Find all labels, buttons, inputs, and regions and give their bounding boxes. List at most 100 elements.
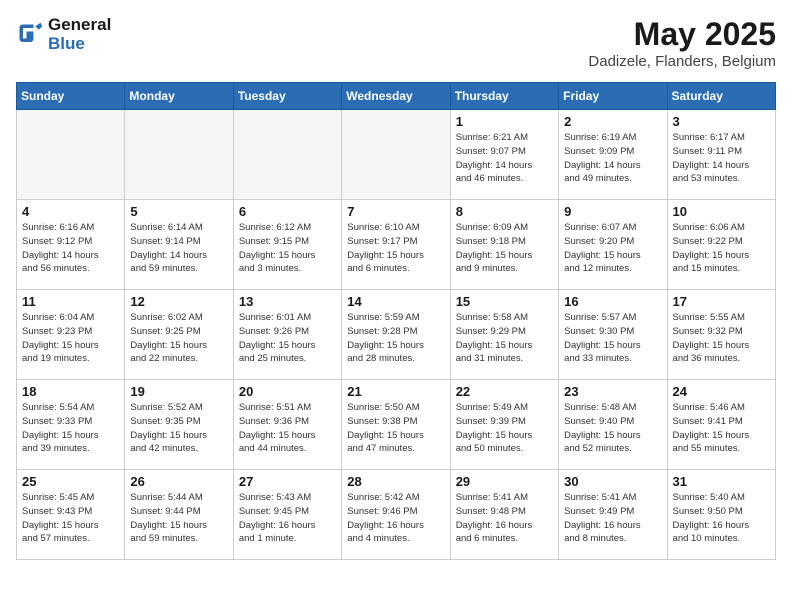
day-number: 3 (673, 114, 770, 129)
day-info: Sunrise: 5:42 AM Sunset: 9:46 PM Dayligh… (347, 491, 444, 546)
day-number: 13 (239, 294, 336, 309)
day-info: Sunrise: 6:02 AM Sunset: 9:25 PM Dayligh… (130, 311, 227, 366)
weekday-header-monday: Monday (125, 83, 233, 110)
week-row-4: 18Sunrise: 5:54 AM Sunset: 9:33 PM Dayli… (17, 380, 776, 470)
day-number: 22 (456, 384, 553, 399)
day-info: Sunrise: 6:04 AM Sunset: 9:23 PM Dayligh… (22, 311, 119, 366)
day-cell: 30 Sunrise: 5:41 AM Sunset: 9:49 PM Dayli… (559, 470, 667, 560)
day-number: 4 (22, 204, 119, 219)
day-number: 14 (347, 294, 444, 309)
day-info: Sunrise: 6:01 AM Sunset: 9:26 PM Dayligh… (239, 311, 336, 366)
day-info: Sunrise: 6:21 AM Sunset: 9:07 PM Dayligh… (456, 131, 553, 186)
day-number: 26 (130, 474, 227, 489)
day-number: 15 (456, 294, 553, 309)
day-cell: 21 Sunrise: 5:50 AM Sunset: 9:38 PM Dayli… (342, 380, 450, 470)
day-info: Sunrise: 5:49 AM Sunset: 9:39 PM Dayligh… (456, 401, 553, 456)
day-cell: 18Sunrise: 5:54 AM Sunset: 9:33 PM Dayli… (17, 380, 125, 470)
day-info: Sunrise: 5:44 AM Sunset: 9:44 PM Dayligh… (130, 491, 227, 546)
day-number: 27 (239, 474, 336, 489)
day-info: Sunrise: 5:45 AM Sunset: 9:43 PM Dayligh… (22, 491, 119, 546)
day-info: Sunrise: 6:10 AM Sunset: 9:17 PM Dayligh… (347, 221, 444, 276)
title-block: May 2025 Dadizele, Flanders, Belgium (588, 16, 776, 70)
day-cell: 29 Sunrise: 5:41 AM Sunset: 9:48 PM Dayli… (450, 470, 558, 560)
day-cell: 28 Sunrise: 5:42 AM Sunset: 9:46 PM Dayli… (342, 470, 450, 560)
logo-text: General Blue (48, 16, 111, 53)
day-cell: 25 Sunrise: 5:45 AM Sunset: 9:43 PM Dayli… (17, 470, 125, 560)
day-cell: 3 Sunrise: 6:17 AM Sunset: 9:11 PM Daylig… (667, 110, 775, 200)
logo: General Blue (16, 16, 111, 53)
day-cell: 8Sunrise: 6:09 AM Sunset: 9:18 PM Daylig… (450, 200, 558, 290)
day-info: Sunrise: 5:52 AM Sunset: 9:35 PM Dayligh… (130, 401, 227, 456)
day-number: 20 (239, 384, 336, 399)
day-info: Sunrise: 5:40 AM Sunset: 9:50 PM Dayligh… (673, 491, 770, 546)
day-cell: 23Sunrise: 5:48 AM Sunset: 9:40 PM Dayli… (559, 380, 667, 470)
day-cell: 4 Sunrise: 6:16 AM Sunset: 9:12 PM Daylig… (17, 200, 125, 290)
weekday-header-sunday: Sunday (17, 83, 125, 110)
day-number: 17 (673, 294, 770, 309)
day-info: Sunrise: 6:19 AM Sunset: 9:09 PM Dayligh… (564, 131, 661, 186)
day-number: 21 (347, 384, 444, 399)
calendar-title: May 2025 (588, 16, 776, 53)
day-cell: 9Sunrise: 6:07 AM Sunset: 9:20 PM Daylig… (559, 200, 667, 290)
day-number: 25 (22, 474, 119, 489)
weekday-header-thursday: Thursday (450, 83, 558, 110)
logo-icon (16, 21, 44, 49)
weekday-header-friday: Friday (559, 83, 667, 110)
day-number: 12 (130, 294, 227, 309)
day-cell: 5Sunrise: 6:14 AM Sunset: 9:14 PM Daylig… (125, 200, 233, 290)
day-info: Sunrise: 5:58 AM Sunset: 9:29 PM Dayligh… (456, 311, 553, 366)
day-info: Sunrise: 6:16 AM Sunset: 9:12 PM Dayligh… (22, 221, 119, 276)
calendar-subtitle: Dadizele, Flanders, Belgium (588, 53, 776, 70)
day-number: 6 (239, 204, 336, 219)
day-info: Sunrise: 5:55 AM Sunset: 9:32 PM Dayligh… (673, 311, 770, 366)
calendar-table: SundayMondayTuesdayWednesdayThursdayFrid… (16, 82, 776, 560)
day-number: 24 (673, 384, 770, 399)
day-number: 30 (564, 474, 661, 489)
day-info: Sunrise: 6:12 AM Sunset: 9:15 PM Dayligh… (239, 221, 336, 276)
day-cell: 27 Sunrise: 5:43 AM Sunset: 9:45 PM Dayli… (233, 470, 341, 560)
day-number: 1 (456, 114, 553, 129)
day-info: Sunrise: 5:41 AM Sunset: 9:48 PM Dayligh… (456, 491, 553, 546)
day-cell: 20 Sunrise: 5:51 AM Sunset: 9:36 PM Dayli… (233, 380, 341, 470)
day-cell: 16Sunrise: 5:57 AM Sunset: 9:30 PM Dayli… (559, 290, 667, 380)
day-number: 29 (456, 474, 553, 489)
day-cell: 12 Sunrise: 6:02 AM Sunset: 9:25 PM Dayli… (125, 290, 233, 380)
day-cell: 11 Sunrise: 6:04 AM Sunset: 9:23 PM Dayli… (17, 290, 125, 380)
day-number: 16 (564, 294, 661, 309)
day-number: 10 (673, 204, 770, 219)
day-info: Sunrise: 5:41 AM Sunset: 9:49 PM Dayligh… (564, 491, 661, 546)
weekday-header-tuesday: Tuesday (233, 83, 341, 110)
day-info: Sunrise: 5:59 AM Sunset: 9:28 PM Dayligh… (347, 311, 444, 366)
page-header: General Blue May 2025 Dadizele, Flanders… (16, 16, 776, 70)
weekday-header-row: SundayMondayTuesdayWednesdayThursdayFrid… (17, 83, 776, 110)
week-row-5: 25 Sunrise: 5:45 AM Sunset: 9:43 PM Dayli… (17, 470, 776, 560)
day-number: 31 (673, 474, 770, 489)
day-info: Sunrise: 6:17 AM Sunset: 9:11 PM Dayligh… (673, 131, 770, 186)
day-cell: 14 Sunrise: 5:59 AM Sunset: 9:28 PM Dayli… (342, 290, 450, 380)
day-number: 2 (564, 114, 661, 129)
day-cell (17, 110, 125, 200)
day-cell: 17 Sunrise: 5:55 AM Sunset: 9:32 PM Dayli… (667, 290, 775, 380)
weekday-header-wednesday: Wednesday (342, 83, 450, 110)
day-number: 11 (22, 294, 119, 309)
day-cell: 13 Sunrise: 6:01 AM Sunset: 9:26 PM Dayli… (233, 290, 341, 380)
day-number: 7 (347, 204, 444, 219)
day-info: Sunrise: 6:07 AM Sunset: 9:20 PM Dayligh… (564, 221, 661, 276)
day-cell: 22 Sunrise: 5:49 AM Sunset: 9:39 PM Dayli… (450, 380, 558, 470)
day-info: Sunrise: 5:54 AM Sunset: 9:33 PM Dayligh… (22, 401, 119, 456)
day-cell (125, 110, 233, 200)
day-info: Sunrise: 5:51 AM Sunset: 9:36 PM Dayligh… (239, 401, 336, 456)
day-info: Sunrise: 6:09 AM Sunset: 9:18 PM Dayligh… (456, 221, 553, 276)
day-info: Sunrise: 5:48 AM Sunset: 9:40 PM Dayligh… (564, 401, 661, 456)
day-cell: 31 Sunrise: 5:40 AM Sunset: 9:50 PM Dayli… (667, 470, 775, 560)
day-info: Sunrise: 6:14 AM Sunset: 9:14 PM Dayligh… (130, 221, 227, 276)
day-number: 19 (130, 384, 227, 399)
day-cell: 19 Sunrise: 5:52 AM Sunset: 9:35 PM Dayli… (125, 380, 233, 470)
day-cell: 6 Sunrise: 6:12 AM Sunset: 9:15 PM Daylig… (233, 200, 341, 290)
day-cell: 15 Sunrise: 5:58 AM Sunset: 9:29 PM Dayli… (450, 290, 558, 380)
day-number: 28 (347, 474, 444, 489)
day-info: Sunrise: 5:43 AM Sunset: 9:45 PM Dayligh… (239, 491, 336, 546)
week-row-3: 11 Sunrise: 6:04 AM Sunset: 9:23 PM Dayli… (17, 290, 776, 380)
day-cell: 7 Sunrise: 6:10 AM Sunset: 9:17 PM Daylig… (342, 200, 450, 290)
day-info: Sunrise: 5:50 AM Sunset: 9:38 PM Dayligh… (347, 401, 444, 456)
